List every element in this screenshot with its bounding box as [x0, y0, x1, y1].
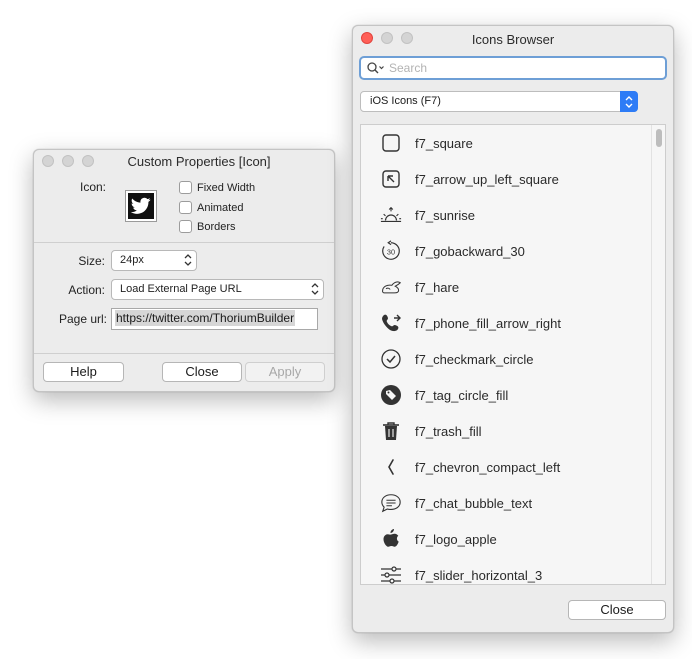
chevron-compact-left-icon	[380, 456, 402, 478]
list-item[interactable]: f7_arrow_up_left_square	[361, 161, 651, 197]
chevron-updown-icon	[311, 283, 319, 295]
checkbox-box[interactable]	[179, 201, 192, 214]
icon-list[interactable]: f7_square f7_arrow_up_left_square f7_sun…	[360, 124, 666, 585]
action-label: Action:	[68, 283, 105, 297]
sunrise-icon	[380, 204, 402, 226]
apply-button[interactable]: Apply	[245, 362, 325, 382]
size-select[interactable]: 24px	[111, 250, 197, 271]
arrow-up-left-square-icon	[380, 168, 402, 190]
hare-icon	[380, 276, 402, 298]
divider	[34, 242, 334, 243]
icon-name: f7_logo_apple	[415, 531, 497, 547]
list-item[interactable]: f7_checkmark_circle	[361, 341, 651, 377]
scrollbar[interactable]	[651, 125, 665, 584]
titlebar[interactable]: Icons Browser	[353, 26, 673, 54]
list-item[interactable]: 30 f7_gobackward_30	[361, 233, 651, 269]
animated-checkbox[interactable]: Animated	[179, 201, 243, 214]
checkbox-label: Animated	[197, 201, 244, 214]
search-field[interactable]: Search	[359, 56, 667, 80]
action-select[interactable]: Load External Page URL	[111, 279, 324, 300]
library-value: iOS Icons (F7)	[370, 95, 441, 107]
chevron-updown-icon	[184, 254, 192, 266]
square-icon	[380, 132, 402, 154]
icon-label: Icon:	[79, 180, 106, 194]
fixed-width-checkbox[interactable]: Fixed Width	[179, 181, 255, 194]
window-title: Icons Browser	[471, 32, 555, 47]
list-item[interactable]: f7_phone_fill_arrow_right	[361, 305, 651, 341]
help-button[interactable]: Help	[43, 362, 124, 382]
action-value: Load External Page URL	[120, 283, 242, 295]
tag-circle-fill-icon	[380, 384, 402, 406]
chevron-updown-icon	[625, 95, 633, 108]
list-item[interactable]: f7_chat_bubble_text	[361, 485, 651, 521]
trash-fill-icon	[380, 420, 402, 442]
twitter-bird-icon	[131, 197, 151, 214]
page-url-value: https://twitter.com/ThoriumBuilder	[115, 310, 296, 326]
phone-fill-arrow-right-icon	[380, 312, 402, 334]
list-item[interactable]: f7_hare	[361, 269, 651, 305]
icon-name: f7_chat_bubble_text	[415, 495, 533, 511]
page-url-label: Page url:	[58, 312, 107, 326]
icon-name: f7_tag_circle_fill	[415, 387, 509, 403]
divider	[34, 353, 334, 354]
custom-properties-window: Custom Properties [Icon] Icon: Fixed Wid…	[33, 149, 335, 392]
scrollbar-thumb[interactable]	[656, 129, 662, 147]
icon-preview-well[interactable]	[125, 190, 157, 222]
list-item[interactable]: f7_tag_circle_fill	[361, 377, 651, 413]
slider-horizontal-3-icon	[380, 564, 402, 584]
search-icon	[367, 62, 384, 74]
icon-name: f7_chevron_compact_left	[415, 459, 561, 475]
checkmark-circle-icon	[380, 348, 402, 370]
chat-bubble-text-icon	[380, 492, 402, 514]
list-item[interactable]: f7_chevron_compact_left	[361, 449, 651, 485]
size-label: Size:	[78, 254, 105, 268]
icon-name: f7_phone_fill_arrow_right	[415, 315, 561, 331]
list-item[interactable]: f7_slider_horizontal_3	[361, 557, 651, 584]
search-placeholder: Search	[389, 61, 428, 75]
page-url-field[interactable]: https://twitter.com/ThoriumBuilder	[111, 308, 318, 330]
list-item[interactable]: f7_square	[361, 125, 651, 161]
borders-checkbox[interactable]: Borders	[179, 220, 236, 233]
icon-name: f7_hare	[415, 279, 460, 295]
icon-name: f7_sunrise	[415, 207, 475, 223]
svg-text:30: 30	[387, 248, 395, 257]
list-item[interactable]: f7_sunrise	[361, 197, 651, 233]
close-button[interactable]: Close	[568, 600, 666, 620]
icon-name: f7_checkmark_circle	[415, 351, 534, 367]
gobackward-30-icon: 30	[380, 240, 402, 262]
checkbox-box[interactable]	[179, 181, 192, 194]
icon-name: f7_gobackward_30	[415, 243, 525, 259]
icons-browser-window: Icons Browser Search iOS Icons (F7) f7_s…	[352, 25, 674, 633]
logo-apple-icon	[380, 528, 402, 550]
icon-library-select[interactable]: iOS Icons (F7)	[360, 91, 638, 112]
list-item[interactable]: f7_logo_apple	[361, 521, 651, 557]
window-title: Custom Properties [Icon]	[127, 154, 271, 169]
icon-name: f7_trash_fill	[415, 423, 482, 439]
icon-name: f7_square	[415, 135, 473, 151]
checkbox-label: Fixed Width	[197, 181, 256, 194]
size-value: 24px	[120, 254, 144, 266]
icon-name: f7_slider_horizontal_3	[415, 567, 543, 583]
list-item[interactable]: f7_trash_fill	[361, 413, 651, 449]
titlebar[interactable]: Custom Properties [Icon]	[34, 150, 334, 172]
select-arrows[interactable]	[620, 91, 638, 112]
checkbox-box[interactable]	[179, 220, 192, 233]
checkbox-label: Borders	[197, 220, 236, 233]
icon-name: f7_arrow_up_left_square	[415, 171, 559, 187]
close-button[interactable]: Close	[162, 362, 242, 382]
